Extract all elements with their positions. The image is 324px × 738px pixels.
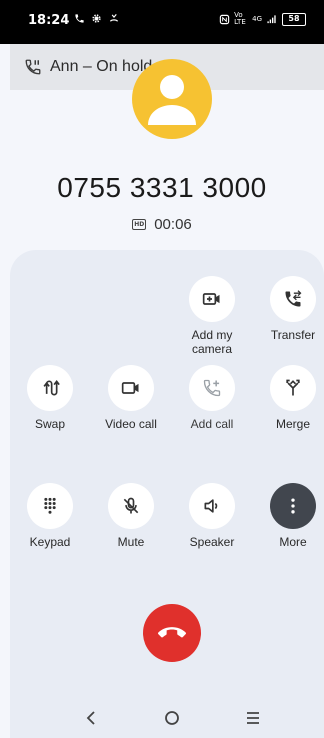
transfer-button[interactable]: Transfer [251,276,324,342]
volte-indicator: Vo LTE [234,11,246,26]
more-vertical-icon [291,498,295,514]
mic-off-icon [123,497,139,514]
caller-number: 0755 3331 3000 [57,172,267,203]
speaker-label: Speaker [189,535,235,549]
mute-circle[interactable] [108,483,154,529]
signal-icon [267,14,276,23]
merge-button[interactable]: Merge [251,365,324,431]
merge-circle[interactable] [270,365,316,411]
add-my-camera-button[interactable]: Add my camera [170,276,254,356]
more-label: More [279,535,307,549]
nav-home-button[interactable] [160,706,184,730]
gear-icon [92,14,101,23]
nfc-icon [219,14,230,24]
swap-button[interactable]: Swap [8,365,92,431]
merge-label: Merge [275,417,310,431]
battery-indicator: 58 [282,12,306,26]
end-call-button[interactable] [143,604,201,662]
contact-avatar [132,59,212,139]
mute-button[interactable]: Mute [89,483,173,549]
nav-back-button[interactable] [79,706,103,730]
video-add-icon [202,293,220,305]
swap-circle[interactable] [27,365,73,411]
hd-voice-icon: HD [132,219,147,230]
merge-icon [286,379,300,396]
call-icon [75,14,84,23]
status-right-icons: Vo LTE 4G 58 [219,12,306,26]
call-duration: 00:06 [154,216,192,233]
person-icon [148,75,196,125]
speaker-circle[interactable] [189,483,235,529]
more-button[interactable]: More [251,483,324,549]
status-bar: 18:24 Vo LTE 4G 58 [0,0,324,44]
system-nav-bar [0,698,324,738]
home-icon [165,711,179,725]
call-timer-row: HD 00:06 [0,216,324,233]
keypad-label: Keypad [29,535,71,549]
add-call-icon [203,379,221,397]
transfer-label: Transfer [270,328,316,342]
nav-recents-button[interactable] [241,706,265,730]
status-left-icons [74,13,120,27]
keypad-button[interactable]: Keypad [8,483,92,549]
add-call-button[interactable]: Add call [170,365,254,431]
speaker-button[interactable]: Speaker [170,483,254,549]
on-hold-label: Ann – On hold [50,58,153,75]
missed-call-icon [109,14,118,22]
dialpad-icon [44,497,56,514]
speaker-icon [204,499,218,513]
add-call-circle[interactable] [189,365,235,411]
swap-label: Swap [34,417,66,431]
video-call-button[interactable]: Video call [89,365,173,431]
add-my-camera-circle[interactable] [189,276,235,322]
end-call-icon [158,627,186,638]
status-time: 18:24 [28,13,70,28]
lte-indicator: 4G [252,15,262,23]
video-call-circle[interactable] [108,365,154,411]
recents-icon [247,712,259,724]
back-icon [86,711,95,725]
more-circle[interactable] [270,483,316,529]
video-camera-icon [121,382,139,394]
transfer-circle[interactable] [270,276,316,322]
add-my-camera-label: Add my camera [191,328,233,356]
video-call-label: Video call [105,417,157,431]
call-paused-icon [25,59,41,75]
add-call-label: Add call [190,417,234,431]
mute-label: Mute [117,535,145,549]
swap-calls-icon [43,379,60,396]
call-transfer-icon [285,290,302,307]
keypad-circle[interactable] [27,483,73,529]
